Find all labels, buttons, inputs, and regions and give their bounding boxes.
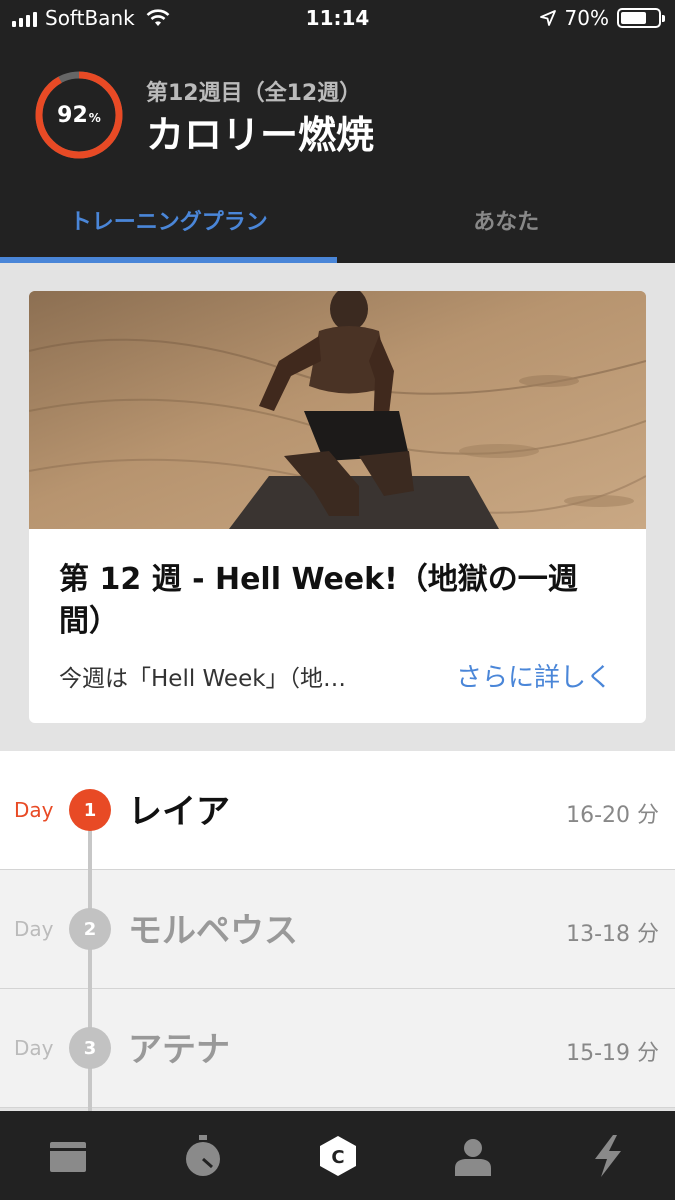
status-right: 70%	[539, 6, 665, 30]
location-arrow-icon	[539, 10, 556, 26]
day-label: Day	[14, 917, 54, 941]
tab-you[interactable]: あなた	[338, 188, 675, 263]
profile-icon	[454, 1138, 491, 1176]
battery-icon	[617, 8, 665, 28]
workout-duration: 15-19 分	[566, 1041, 659, 1066]
day-label: Day	[14, 1036, 54, 1060]
week-card-description: 今週は「Hell Week」（地…	[59, 666, 347, 692]
nav-timer[interactable]	[135, 1111, 270, 1200]
day-row[interactable]: Day 3 アテナ 15-19 分	[0, 989, 675, 1108]
day-number-badge: 2	[69, 908, 111, 950]
tab-training-plan[interactable]: トレーニングプラン	[0, 188, 338, 263]
plan-content: 第 12 週 - Hell Week!（地獄の一週間） 今週は「Hell Wee…	[0, 263, 675, 1111]
nav-profile[interactable]	[405, 1111, 540, 1200]
plan-title: カロリー燃焼	[146, 113, 375, 157]
nav-calendar[interactable]	[0, 1111, 135, 1200]
nav-coach[interactable]: C	[270, 1111, 405, 1200]
calendar-icon	[49, 1141, 86, 1172]
day-number-badge: 3	[69, 1027, 111, 1069]
week-label: 第12週目（全12週）	[146, 81, 362, 106]
day-label: Day	[14, 798, 54, 822]
week-card-image	[29, 291, 646, 529]
workout-name: レイア	[128, 792, 230, 832]
day-row[interactable]: Day 2 モルペウス 13-18 分	[0, 870, 675, 989]
coach-c-glyph: C	[331, 1147, 344, 1168]
stopwatch-icon	[185, 1134, 220, 1176]
lightning-icon	[594, 1134, 621, 1177]
athlete-on-sand-image	[29, 291, 646, 529]
workout-duration: 16-20 分	[566, 803, 659, 828]
week-card[interactable]: 第 12 週 - Hell Week!（地獄の一週間） 今週は「Hell Wee…	[29, 291, 646, 723]
day-number-badge: 1	[69, 789, 111, 831]
workout-name: モルペウス	[128, 911, 298, 951]
coach-c-icon: C	[319, 1135, 356, 1176]
day-row[interactable]: Day 1 レイア 16-20 分	[0, 751, 675, 870]
workout-duration: 13-18 分	[566, 922, 659, 947]
bottom-tab-bar: C	[0, 1111, 675, 1200]
tab-bar-top: トレーニングプラン あなた	[0, 188, 675, 263]
day-list: Day 1 レイア 16-20 分 Day 2 モルペウス 13-18 分 Da…	[0, 751, 675, 1108]
week-card-title: 第 12 週 - Hell Week!（地獄の一週間）	[59, 562, 578, 639]
progress-unit: %	[88, 111, 101, 125]
progress-percent: 92%	[34, 70, 124, 160]
nav-activity[interactable]	[540, 1111, 675, 1200]
status-bar: SoftBank 11:14 70%	[0, 0, 675, 38]
progress-value: 92	[57, 102, 88, 128]
battery-percent: 70%	[564, 6, 609, 30]
workout-name: アテナ	[128, 1030, 230, 1070]
plan-header: 92% 第12週目（全12週） カロリー燃焼 トレーニングプラン あなた	[0, 38, 675, 263]
read-more-link[interactable]: さらに詳しく	[456, 657, 612, 694]
